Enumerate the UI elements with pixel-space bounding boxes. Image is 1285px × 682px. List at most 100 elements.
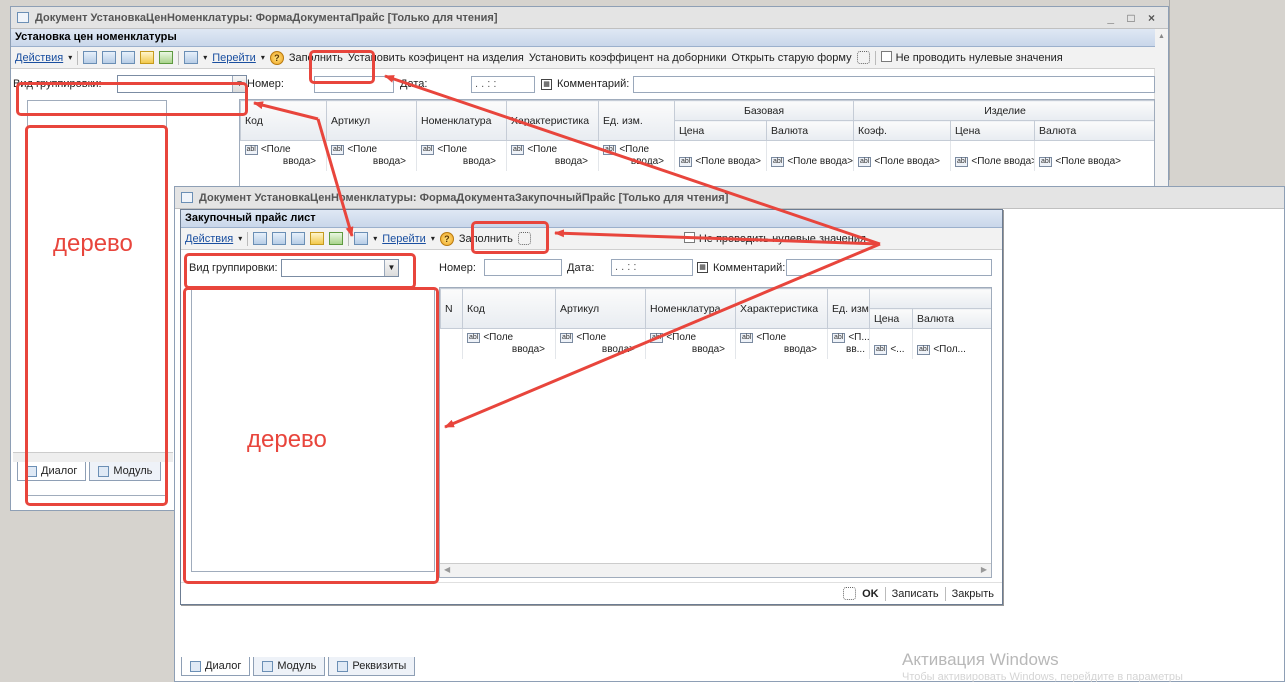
- more-icon[interactable]: [843, 587, 857, 600]
- col-product-group[interactable]: Изделие: [853, 100, 1154, 121]
- tree-hscrollbar[interactable]: [13, 452, 173, 462]
- cell-price[interactable]: abl <...: [869, 328, 913, 359]
- help-icon[interactable]: ?: [439, 231, 454, 246]
- col-nomenclature[interactable]: Номенклатура: [645, 288, 736, 329]
- scroll-up-icon[interactable]: ▲: [1155, 33, 1168, 40]
- cell-base-price[interactable]: abl <Поле ввода>: [674, 140, 767, 171]
- number-input[interactable]: [484, 259, 562, 276]
- cell-product-currency[interactable]: abl <Поле ввода>: [1034, 140, 1154, 171]
- no-zero-values-checkbox[interactable]: Не проводить нулевые значения: [683, 232, 866, 245]
- print-icon[interactable]: [310, 232, 325, 245]
- col-base-group[interactable]: Базовая: [673, 100, 855, 121]
- front-items-grid[interactable]: N Код Артикул Номенклатура Характеристик…: [439, 287, 992, 578]
- cell-code[interactable]: abl <Поле ввода>: [240, 140, 327, 171]
- grouping-combo[interactable]: ▼: [117, 75, 247, 93]
- set-coef-additions-button[interactable]: Установить коэффицент на доборники: [529, 52, 727, 64]
- checkbox-icon[interactable]: [880, 51, 892, 62]
- table-row[interactable]: abl <Поле ввода> abl <Поле ввода> abl <Поле вв…: [440, 328, 991, 359]
- col-price-group[interactable]: [869, 288, 991, 309]
- col-characteristic[interactable]: Характеристика: [506, 100, 599, 141]
- col-base-price[interactable]: Цена: [674, 120, 767, 141]
- cell-nomenclature[interactable]: abl <Поле ввода>: [416, 140, 507, 171]
- cell-article[interactable]: abl <Поле ввода>: [555, 328, 646, 359]
- grouping-tree[interactable]: [27, 100, 167, 496]
- form-icon[interactable]: [272, 232, 287, 245]
- col-product-currency[interactable]: Валюта: [1034, 120, 1154, 141]
- copy-icon[interactable]: [291, 232, 306, 245]
- print-icon[interactable]: [140, 51, 155, 64]
- comment-input[interactable]: [633, 76, 1155, 93]
- goto-menu[interactable]: Перейти: [382, 233, 426, 245]
- front-window-titlebar[interactable]: Документ УстановкаЦенНоменклатуры: Форма…: [175, 187, 1284, 209]
- cell-characteristic[interactable]: abl <Поле ввода>: [506, 140, 599, 171]
- ok-button[interactable]: OK: [858, 588, 883, 600]
- col-nomenclature[interactable]: Номенклатура: [416, 100, 507, 141]
- col-characteristic[interactable]: Характеристика: [735, 288, 828, 329]
- col-code[interactable]: Код: [462, 288, 556, 329]
- checkbox-icon[interactable]: [683, 232, 695, 243]
- close-button[interactable]: Закрыть: [948, 588, 998, 600]
- cell-base-currency[interactable]: abl <Поле ввода>: [766, 140, 855, 171]
- col-base-currency[interactable]: Валюта: [765, 120, 855, 141]
- no-zero-values-checkbox[interactable]: Не проводить нулевые значения: [880, 51, 1063, 64]
- actions-menu[interactable]: Действия: [15, 52, 63, 64]
- date-input[interactable]: . . : :: [611, 259, 693, 276]
- fill-button[interactable]: Заполнить: [459, 233, 513, 245]
- goto-menu[interactable]: Перейти: [212, 52, 256, 64]
- col-unit[interactable]: Ед. изм.: [827, 288, 870, 329]
- post-document-icon[interactable]: [253, 232, 268, 245]
- open-old-form-button[interactable]: Открыть старую форму: [732, 52, 852, 64]
- save-button[interactable]: Записать: [888, 588, 943, 600]
- col-product-coef[interactable]: Коэф.: [853, 120, 952, 141]
- calendar-icon[interactable]: ▦: [697, 262, 708, 273]
- date-input[interactable]: . . : :: [471, 76, 535, 93]
- number-input[interactable]: [314, 76, 394, 93]
- cell-n[interactable]: [440, 328, 463, 359]
- window-controls[interactable]: _ □ ×: [1107, 11, 1160, 25]
- tab-module[interactable]: Модуль: [253, 657, 326, 676]
- cell-unit[interactable]: abl <П... вв...: [827, 328, 870, 359]
- set-coef-products-button[interactable]: Установить коэфицент на изделия: [348, 52, 524, 64]
- tab-dialog[interactable]: Диалог: [181, 657, 251, 676]
- more-icon[interactable]: [856, 51, 870, 64]
- scroll-left-icon[interactable]: ◀: [444, 565, 450, 574]
- cell-currency[interactable]: abl <Пол...: [912, 328, 991, 359]
- cell-product-price[interactable]: abl <Поле ввода>: [950, 140, 1036, 171]
- tab-dialog[interactable]: Диалог: [17, 462, 87, 481]
- cell-article[interactable]: abl <Поле ввода>: [326, 140, 417, 171]
- chevron-down-icon[interactable]: ▼: [384, 260, 398, 276]
- more-icon[interactable]: [517, 232, 531, 245]
- cell-product-coef[interactable]: abl <Поле ввода>: [853, 140, 952, 171]
- copy-icon[interactable]: [121, 51, 136, 64]
- cell-characteristic[interactable]: abl <Поле ввода>: [735, 328, 828, 359]
- actions-menu[interactable]: Действия: [185, 233, 233, 245]
- navigate-icon[interactable]: [184, 51, 199, 64]
- col-code[interactable]: Код: [240, 100, 327, 141]
- grouping-combo[interactable]: ▼: [281, 259, 399, 277]
- calendar-icon[interactable]: ▦: [541, 79, 552, 90]
- structure-icon[interactable]: [159, 51, 174, 64]
- back-window-titlebar[interactable]: Документ УстановкаЦенНоменклатуры: Форма…: [11, 7, 1168, 29]
- grid-hscrollbar[interactable]: ◀ ▶: [440, 563, 991, 577]
- fill-button[interactable]: Заполнить: [289, 52, 343, 64]
- table-row[interactable]: abl <Поле ввода> abl <Поле ввода> abl <Поле вв…: [240, 140, 1154, 171]
- scroll-right-icon[interactable]: ▶: [981, 565, 987, 574]
- tab-module[interactable]: Модуль: [89, 462, 162, 481]
- col-currency[interactable]: Валюта: [912, 308, 991, 329]
- post-document-icon[interactable]: [83, 51, 98, 64]
- col-article[interactable]: Артикул: [555, 288, 646, 329]
- help-icon[interactable]: ?: [269, 50, 284, 65]
- form-icon[interactable]: [102, 51, 117, 64]
- comment-input[interactable]: [786, 259, 992, 276]
- tab-attributes[interactable]: Реквизиты: [328, 657, 416, 676]
- cell-unit[interactable]: abl <Поле ввода>: [598, 140, 675, 171]
- chevron-down-icon[interactable]: ▼: [232, 76, 246, 92]
- col-product-price[interactable]: Цена: [950, 120, 1036, 141]
- structure-icon[interactable]: [329, 232, 344, 245]
- col-unit[interactable]: Ед. изм.: [598, 100, 675, 141]
- navigate-icon[interactable]: [354, 232, 369, 245]
- cell-code[interactable]: abl <Поле ввода>: [462, 328, 556, 359]
- col-article[interactable]: Артикул: [326, 100, 417, 141]
- col-n[interactable]: N: [440, 288, 463, 329]
- cell-nomenclature[interactable]: abl <Поле ввода>: [645, 328, 736, 359]
